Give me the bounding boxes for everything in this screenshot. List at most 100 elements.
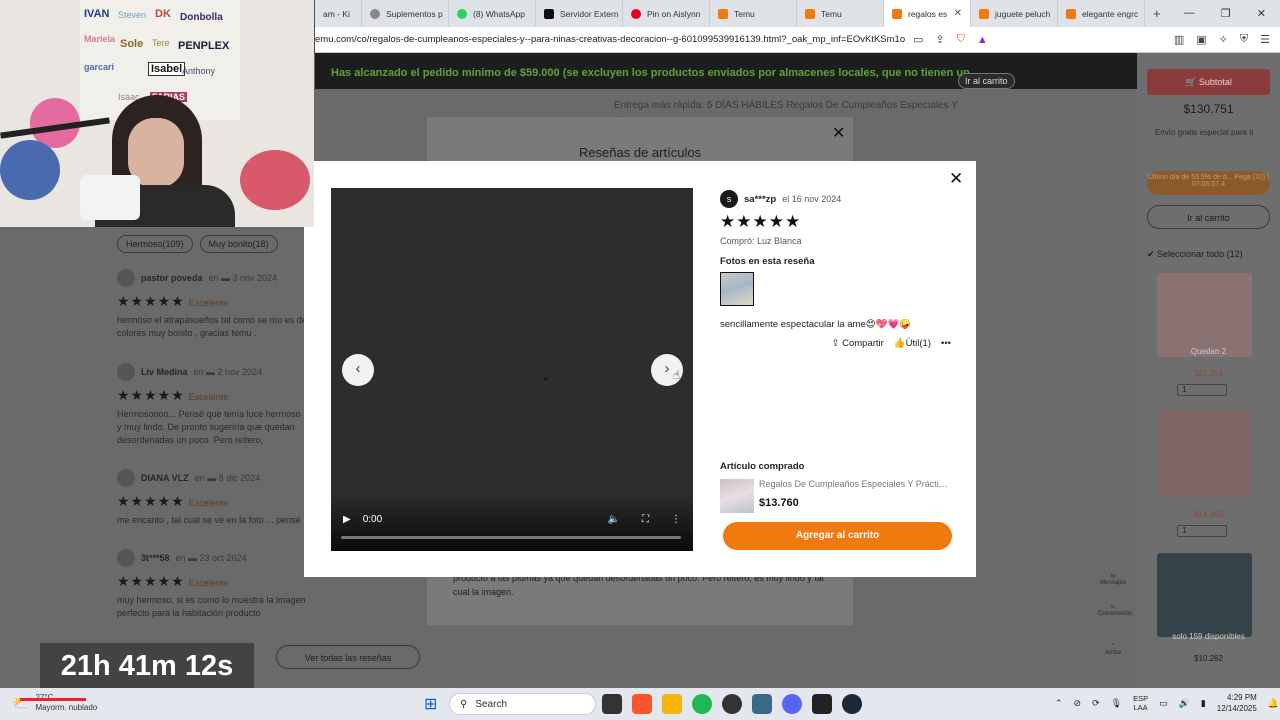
- display-icon[interactable]: ▭: [1159, 698, 1168, 709]
- fullscreen-icon[interactable]: ⛶: [642, 514, 649, 525]
- stock-tag: solo 159 disponibles: [1172, 632, 1245, 641]
- cart-item-image[interactable]: [1157, 411, 1252, 495]
- share-icon[interactable]: ⇪: [935, 33, 944, 46]
- sticky-note: PENPLEX: [178, 40, 230, 52]
- chip-hermoso[interactable]: Hermoso(109): [117, 235, 193, 253]
- battery-icon[interactable]: ▮: [1201, 698, 1206, 709]
- wallet-icon[interactable]: ▣: [1196, 33, 1206, 46]
- clock[interactable]: 4:29 PM 12/14/2025: [1217, 692, 1257, 714]
- brave-rewards-icon[interactable]: ▲: [977, 34, 988, 46]
- brave-shield-icon[interactable]: ⛉: [957, 33, 965, 46]
- menu-icon[interactable]: ☰: [1260, 33, 1270, 46]
- weather-widget[interactable]: ⛅ 27°CMayorm. nublado: [12, 693, 97, 713]
- volume-icon[interactable]: 🔊: [1179, 698, 1190, 709]
- select-all-checkbox[interactable]: ✔ Seleccionar todo (12): [1147, 249, 1243, 260]
- promo-badge: Último día de 53.5% de d... Pega (10) | …: [1147, 171, 1270, 195]
- product-thumbnail[interactable]: [720, 479, 754, 513]
- video-progress-bar[interactable]: [341, 536, 681, 539]
- steam-icon[interactable]: [842, 694, 862, 714]
- browser-tab[interactable]: Suplementos p: [362, 0, 449, 27]
- volume-icon[interactable]: 🔈: [608, 514, 620, 525]
- qty-select[interactable]: 1: [1177, 384, 1227, 396]
- vpn-icon[interactable]: ⛨: [1240, 33, 1248, 46]
- discord-icon[interactable]: [782, 694, 802, 714]
- mic-icon[interactable]: 🎙: [1111, 698, 1122, 709]
- more-options-icon[interactable]: ⋮: [671, 514, 681, 525]
- share-button[interactable]: ⇪ Compartir: [832, 338, 884, 349]
- purchased-variant: Compró: Luz Blanca: [720, 236, 802, 246]
- notepad-icon[interactable]: [752, 694, 772, 714]
- photos-label: Fotos en esta reseña: [720, 256, 815, 267]
- terminal-icon[interactable]: [812, 694, 832, 714]
- plush-toy: [240, 150, 310, 210]
- browser-tab[interactable]: juguete peluch: [971, 0, 1058, 27]
- close-icon[interactable]: ✕: [949, 169, 963, 189]
- more-button[interactable]: •••: [941, 338, 951, 349]
- cast-icon[interactable]: ▭: [913, 33, 923, 46]
- browser-tab[interactable]: Servidor Extern: [536, 0, 623, 27]
- notifications-icon[interactable]: 🔔: [1268, 698, 1279, 709]
- sync-icon[interactable]: ⟳: [1092, 698, 1100, 709]
- browser-tab-active[interactable]: regalos es ✕: [884, 0, 971, 27]
- browser-tab[interactable]: elegante engrc: [1058, 0, 1145, 27]
- live-progress-bar: [20, 698, 86, 701]
- chip-muy-bonito[interactable]: Muy bonito(18): [199, 235, 278, 253]
- sticky-note: Donbolla: [180, 12, 223, 23]
- cart-item-image[interactable]: [1157, 553, 1252, 637]
- browser-tab-bar: am - Ki Suplementos p (8) WhatsApp Servi…: [315, 0, 1280, 27]
- video-controls: ▶ 0:00 🔈 ⛶ ⋮: [343, 514, 681, 525]
- banner-cart-button[interactable]: Ir al carrito: [958, 73, 1015, 89]
- purchased-item[interactable]: Regalos De Cumpleaños Especiales Y Práct…: [720, 479, 949, 513]
- sticky-note: Steven: [118, 10, 147, 20]
- language-indicator[interactable]: ESP LAA: [1133, 694, 1148, 712]
- cart-item-image[interactable]: [1157, 273, 1252, 357]
- minimize-icon[interactable]: —: [1184, 7, 1195, 20]
- maximize-icon[interactable]: ❐: [1221, 7, 1231, 20]
- leo-ai-icon[interactable]: ✧: [1219, 33, 1228, 46]
- go-to-cart-button[interactable]: Ir al carrito: [1147, 205, 1270, 229]
- product-price: $13.760: [759, 497, 799, 509]
- file-explorer-icon[interactable]: [662, 694, 682, 714]
- play-icon[interactable]: ▶: [343, 514, 351, 525]
- close-window-icon[interactable]: ✕: [1257, 7, 1266, 20]
- tab-favicon-icon: [544, 8, 554, 19]
- review-photo-thumbnail[interactable]: [720, 272, 754, 306]
- spotify-icon[interactable]: [692, 694, 712, 714]
- close-tab-icon[interactable]: ✕: [954, 8, 962, 19]
- chevron-up-icon[interactable]: ⌃: [1055, 698, 1063, 709]
- browser-tab[interactable]: Pin on Aislynn: [623, 0, 710, 27]
- mouse-cursor-icon: ☝: [673, 368, 681, 382]
- product-name[interactable]: Regalos De Cumpleaños Especiales Y Práct…: [759, 479, 949, 489]
- task-view-icon[interactable]: [602, 694, 622, 714]
- url-field[interactable]: emu.com/co/regalos-de-cumpleanos-especia…: [315, 34, 905, 45]
- new-tab-icon[interactable]: +: [1145, 6, 1169, 21]
- qty-select[interactable]: 1: [1177, 525, 1227, 537]
- network-off-icon[interactable]: ⊘: [1074, 698, 1082, 709]
- close-icon[interactable]: ✕: [832, 123, 845, 143]
- microphone: [80, 175, 140, 220]
- bg-review: 3t***58 en ▬ 23 oct 2024 ★★★★★ Excelente …: [117, 549, 307, 620]
- bg-review: DIANA VLZ en ▬ 8 dic 2024 ★★★★★ Excelente…: [117, 469, 307, 527]
- see-all-reviews-button[interactable]: Ver todas las reseñas: [276, 645, 420, 669]
- obs-icon[interactable]: [722, 694, 742, 714]
- sticky-note: Anthony: [182, 66, 216, 76]
- browser-tab[interactable]: (8) WhatsApp: [449, 0, 536, 27]
- useful-button[interactable]: 👍Útil(1): [894, 338, 931, 349]
- browser-tab[interactable]: Temu: [710, 0, 797, 27]
- taskbar-search[interactable]: ⚲ Search: [449, 693, 596, 715]
- temu-icon: [718, 8, 728, 19]
- brave-icon[interactable]: [632, 694, 652, 714]
- bg-review: pastor poveda en ▬ 3 nov 2024 ★★★★★ Excel…: [117, 269, 307, 340]
- browser-tab[interactable]: am - Ki: [315, 0, 362, 27]
- back-to-top-shortcut[interactable]: ⌃ Arriba: [1098, 643, 1128, 656]
- sidebar-icon[interactable]: ▥: [1174, 33, 1184, 46]
- messages-shortcut[interactable]: ✉ Mensajes: [1098, 573, 1128, 586]
- browser-tab[interactable]: Temu: [797, 0, 884, 27]
- add-to-cart-button[interactable]: Agregar al carrito: [723, 522, 952, 550]
- prev-media-button[interactable]: ‹: [342, 354, 374, 386]
- comments-shortcut[interactable]: ✎ Comentarios: [1098, 604, 1132, 617]
- share-icon: ⇪: [831, 338, 840, 349]
- review-video-player[interactable]: ‹ › ▶ 0:00 🔈 ⛶ ⋮: [331, 188, 693, 551]
- cart-icon: 🛒: [1185, 77, 1197, 87]
- windows-start-icon[interactable]: ⊞: [424, 694, 437, 714]
